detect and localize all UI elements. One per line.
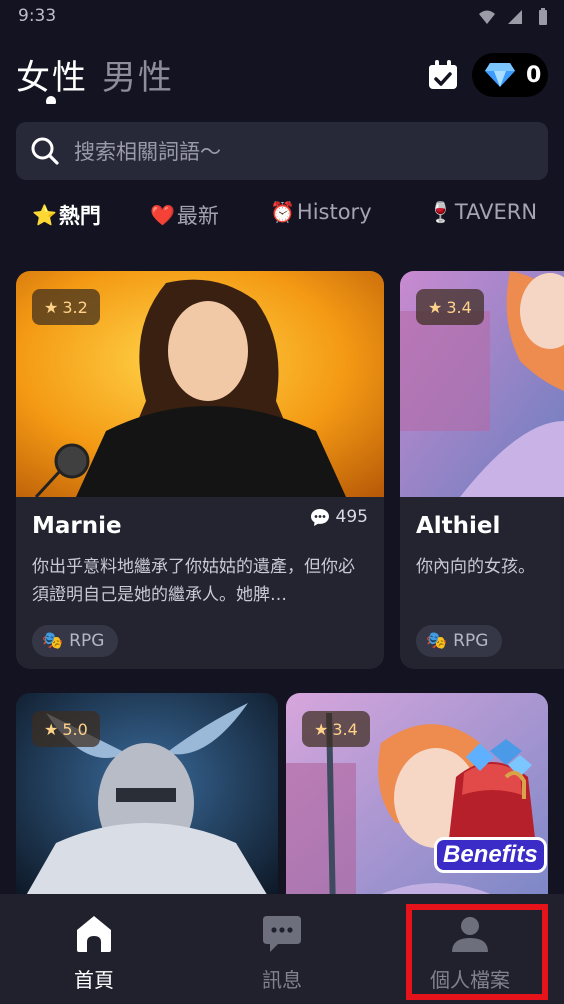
benefits-label: Benefits: [443, 841, 538, 868]
character-card[interactable]: ★ 3.2 Marnie 495 你出乎意料地繼承了你姑姑的遺產，但你必須證明自…: [16, 271, 384, 669]
gem-count: 0: [526, 62, 542, 88]
tab-male[interactable]: 男性: [102, 50, 174, 99]
home-icon: [77, 916, 111, 952]
rating-value: 5.0: [62, 719, 88, 739]
nav-label: 首頁: [74, 968, 114, 992]
rating-value: 3.2: [62, 297, 88, 317]
genre-tag: 🎭 RPG: [416, 625, 503, 657]
character-name: Marnie: [32, 513, 122, 539]
chat-bubble-icon: [310, 509, 329, 526]
search-input[interactable]: 搜索相關詞語～: [16, 122, 548, 180]
alarm-clock-icon: ⏰: [270, 200, 295, 224]
category-newest[interactable]: ❤️ 最新: [150, 200, 219, 230]
character-card[interactable]: ★ 5.0: [16, 693, 278, 913]
category-label: 熱門: [58, 204, 101, 228]
battery-icon: [539, 8, 547, 25]
character-card[interactable]: ★ 3.4 Althiel 你內向的女孩。 🎭 RPG: [400, 271, 564, 669]
gem-balance-button[interactable]: 0: [472, 53, 548, 97]
rating-badge: ★ 5.0: [32, 711, 100, 747]
nav-home[interactable]: 首頁: [0, 894, 188, 1004]
category-tabs: ⭐ 熱門 ❤️ 最新 ⏰ History 🍷 TAVERN: [0, 196, 564, 236]
nav-label: 訊息: [262, 968, 302, 992]
chat-count: 495: [310, 507, 368, 527]
tag-label: RPG: [69, 631, 105, 651]
theater-masks-icon: 🎭: [42, 631, 64, 651]
tag-label: RPG: [453, 631, 489, 651]
status-bar: 9:33: [0, 0, 564, 36]
signal-icon: [508, 10, 522, 24]
search-icon: [31, 137, 59, 165]
benefits-badge[interactable]: Benefits: [434, 837, 547, 873]
category-label: TAVERN: [454, 200, 538, 224]
diamond-icon: [485, 63, 515, 87]
highlight-box: [406, 904, 548, 1000]
calendar-checkin-icon[interactable]: [426, 58, 460, 92]
nav-messages[interactable]: 訊息: [188, 894, 376, 1004]
category-label: 最新: [176, 204, 219, 228]
category-tavern[interactable]: 🍷 TAVERN: [428, 200, 537, 224]
theater-masks-icon: 🎭: [426, 631, 448, 651]
rating-badge: ★ 3.4: [416, 289, 484, 325]
category-label: History: [296, 200, 372, 224]
wifi-icon: [479, 10, 495, 24]
status-icons: [478, 8, 552, 26]
star-icon: ★: [44, 297, 59, 317]
star-icon: ★: [314, 719, 329, 739]
character-name: Althiel: [416, 513, 501, 539]
search-placeholder: 搜索相關詞語～: [74, 140, 221, 164]
rating-value: 3.4: [332, 719, 358, 739]
character-card[interactable]: ★ 3.4 Benefits: [286, 693, 548, 913]
category-history[interactable]: ⏰ History: [270, 200, 372, 224]
message-icon: [263, 916, 301, 952]
status-time: 9:33: [18, 6, 57, 26]
tab-female[interactable]: 女性: [16, 50, 88, 99]
character-description: 你出乎意料地繼承了你姑姑的遺產，但你必須證明自己是她的繼承人。她脾…: [32, 557, 355, 605]
category-hot[interactable]: ⭐ 熱門: [32, 200, 101, 230]
rating-badge: ★ 3.2: [32, 289, 100, 325]
active-tab-indicator: [46, 96, 56, 104]
character-description: 你內向的女孩。: [416, 557, 535, 577]
rating-value: 3.4: [446, 297, 472, 317]
star-icon: ★: [428, 297, 443, 317]
gender-tabs: 女性 男性: [16, 50, 174, 99]
star-icon: ⭐: [32, 203, 57, 227]
genre-tag: 🎭 RPG: [32, 625, 119, 657]
wine-glass-icon: 🍷: [428, 200, 453, 224]
heart-icon: ❤️: [150, 203, 175, 227]
rating-badge: ★ 3.4: [302, 711, 370, 747]
chat-count-value: 495: [335, 507, 368, 527]
star-icon: ★: [44, 719, 59, 739]
